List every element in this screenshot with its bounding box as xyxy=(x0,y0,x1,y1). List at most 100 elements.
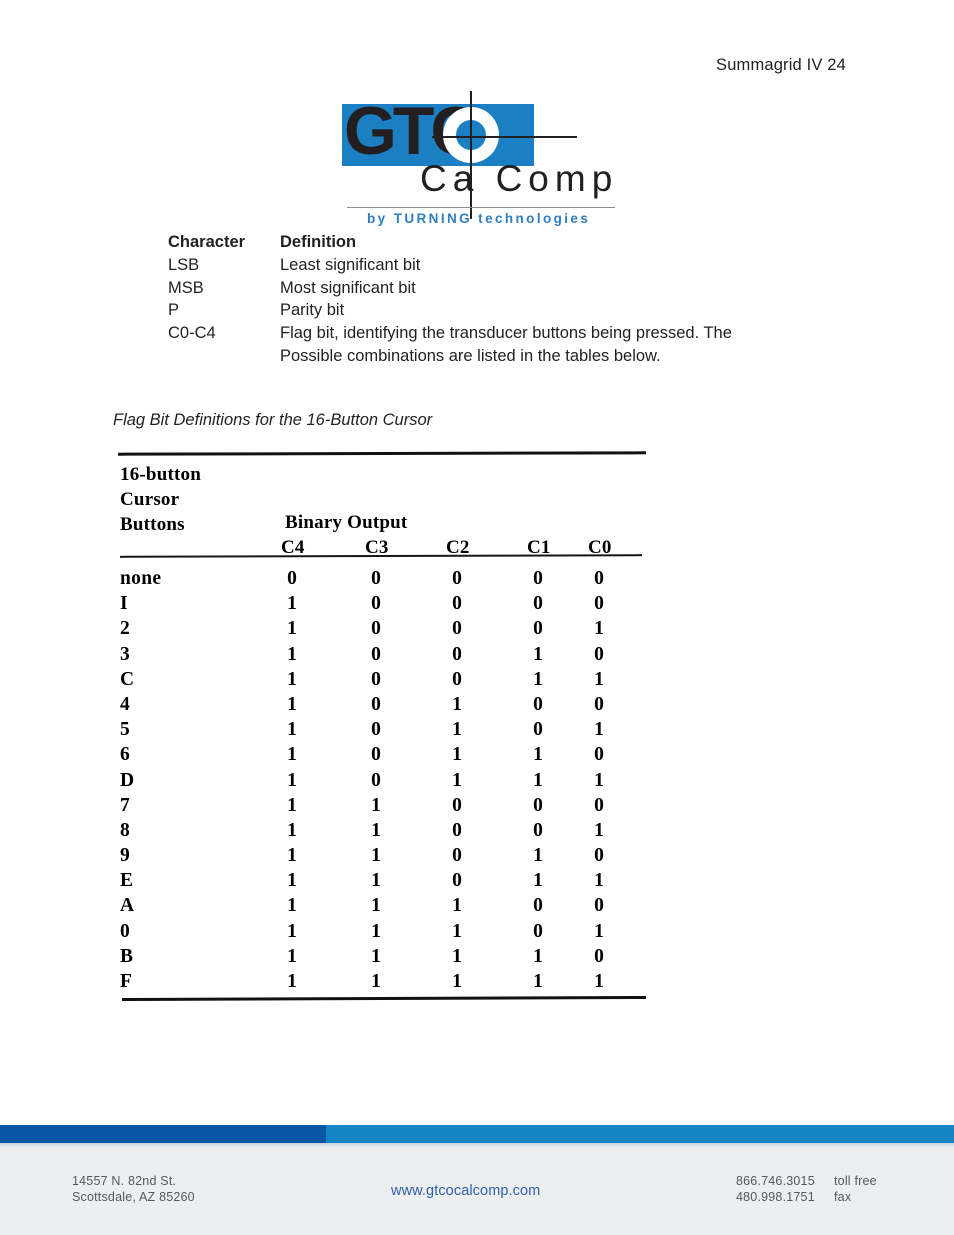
logo-brand-calcomp: Ca Comp xyxy=(420,158,619,199)
table-cell-bit-c1: 0 xyxy=(533,819,543,841)
table-cell-bit-c0: 0 xyxy=(594,845,604,867)
table-cell-bit-c3: 1 xyxy=(371,845,381,867)
table-row: none 0 0 0 0 0 xyxy=(120,566,650,591)
table-cell-bit-c3: 1 xyxy=(371,971,381,992)
character-definition-list: Character Definition LSB Least significa… xyxy=(168,231,868,368)
table-cell-bit-c1: 0 xyxy=(533,794,543,816)
definition-row: LSB Least significant bit xyxy=(168,254,868,277)
definition-row: MSB Most significant bit xyxy=(168,277,868,300)
table-row-button-label: 8 xyxy=(120,819,131,841)
table-header-binary-output: Binary Output xyxy=(285,512,408,533)
logo-tagline-rest: technologies xyxy=(478,211,591,226)
table-cell-bit-c3: 1 xyxy=(371,819,381,841)
table-row-button-label: D xyxy=(120,769,135,791)
table-cell-bit-c2: 0 xyxy=(452,618,462,640)
table-cell-bit-c4: 1 xyxy=(287,693,297,715)
table-cell-bit-c1: 1 xyxy=(533,744,543,766)
definition-header-definition: Definition xyxy=(280,233,357,251)
footer-bar-shadow xyxy=(0,1143,954,1148)
running-header-title: Summagrid IV 24 xyxy=(716,56,846,74)
table-column-header-c0: C0 xyxy=(588,537,612,558)
table-cell-bit-c0: 0 xyxy=(594,895,604,917)
table-row-button-label: I xyxy=(120,593,128,615)
definition-term: LSB xyxy=(168,255,200,274)
footer-fax-label: fax xyxy=(834,1190,852,1204)
table-row: 6 1 0 1 1 0 xyxy=(120,742,650,767)
definition-row: P Parity bit xyxy=(168,299,868,322)
table-cell-bit-c4: 1 xyxy=(287,819,297,841)
definition-header-row: Character Definition xyxy=(168,231,868,254)
footer-contacts: 866.746.3015 toll free 480.998.1751 fax xyxy=(736,1173,896,1205)
table-row: 0 1 1 1 0 1 xyxy=(120,919,650,944)
table-cell-bit-c2: 0 xyxy=(452,568,462,589)
table-cell-bit-c4: 1 xyxy=(287,769,297,791)
table-row-button-label: 5 xyxy=(120,719,131,741)
table-cell-bit-c2: 1 xyxy=(452,719,462,741)
document-page: Summagrid IV 24 GTC Ca Comp by TURNING t… xyxy=(0,0,954,1235)
table-row-button-label: 6 xyxy=(120,744,131,766)
definition-continuation-line: Possible combinations are listed in the … xyxy=(280,346,661,365)
table-row: 2 1 0 0 0 1 xyxy=(120,616,650,641)
table-cell-bit-c4: 1 xyxy=(287,870,297,892)
footer-website-link[interactable]: www.gtcocalcomp.com xyxy=(391,1183,540,1199)
table-cell-bit-c0: 1 xyxy=(594,870,604,892)
table-cell-bit-c2: 1 xyxy=(452,693,462,715)
definition-header-character: Character xyxy=(168,233,246,251)
table-cell-bit-c3: 0 xyxy=(371,769,381,791)
table-cell-bit-c0: 1 xyxy=(594,819,604,841)
table-cell-bit-c0: 1 xyxy=(594,618,604,640)
table-row-button-label: 0 xyxy=(120,920,131,942)
gtc-calcomp-logo: GTC Ca Comp by TURNING technologies xyxy=(342,91,627,228)
table-cell-bit-c2: 1 xyxy=(452,945,462,967)
table-cell-bit-c3: 0 xyxy=(371,568,381,589)
table-row: E 1 1 0 1 1 xyxy=(120,868,650,893)
table-row: F 1 1 1 1 1 xyxy=(120,969,650,994)
definition-term: C0-C4 xyxy=(168,324,216,343)
table-cell-bit-c2: 0 xyxy=(452,593,462,615)
table-cell-bit-c3: 1 xyxy=(371,945,381,967)
definition-description: Flag bit, identifying the transducer but… xyxy=(280,324,732,343)
table-row: B 1 1 1 1 0 xyxy=(120,944,650,969)
table-body: none 0 0 0 0 0 I 1 0 0 0 0 2 1 0 0 0 1 3 1 0 0 1 0 C 1 0 0 1 1 4 1 0 1 0 0 5… xyxy=(120,566,650,994)
table-cell-bit-c0: 0 xyxy=(594,744,604,766)
definition-description: Parity bit xyxy=(280,301,345,320)
footer-contact-tollfree: 866.746.3015 toll free xyxy=(736,1173,896,1189)
table-header-stub: 16-button Cursor Buttons xyxy=(120,462,201,537)
table-cell-bit-c3: 0 xyxy=(371,693,381,715)
table-cell-bit-c3: 0 xyxy=(371,593,381,615)
table-cell-bit-c3: 0 xyxy=(371,668,381,690)
table-row: 9 1 1 0 1 0 xyxy=(120,843,650,868)
table-cell-bit-c2: 0 xyxy=(452,845,462,867)
table-cell-bit-c4: 1 xyxy=(287,618,297,640)
table-cell-bit-c1: 1 xyxy=(533,945,543,967)
table-row: 3 1 0 0 1 0 xyxy=(120,642,650,667)
table-row-button-label: 3 xyxy=(120,643,131,665)
table-cell-bit-c1: 0 xyxy=(533,895,543,917)
table-row: I 1 0 0 0 0 xyxy=(120,591,650,616)
table-cell-bit-c4: 1 xyxy=(287,643,297,665)
table-row: A 1 1 1 0 0 xyxy=(120,893,650,918)
definition-description: Most significant bit xyxy=(280,278,416,297)
table-row-button-label: E xyxy=(120,870,134,892)
table-cell-bit-c4: 1 xyxy=(287,920,297,942)
table-rule-top xyxy=(117,451,647,456)
table-cell-bit-c0: 0 xyxy=(594,568,604,589)
table-row-button-label: 9 xyxy=(120,845,131,867)
table-rule-bottom xyxy=(121,995,647,1002)
table-cell-bit-c0: 1 xyxy=(594,719,604,741)
table-cell-bit-c4: 1 xyxy=(287,719,297,741)
table-cell-bit-c1: 1 xyxy=(533,870,543,892)
table-row-button-label: F xyxy=(120,971,133,992)
table-cell-bit-c1: 1 xyxy=(533,971,543,992)
table-column-header-c1: C1 xyxy=(527,537,551,558)
table-cell-bit-c2: 1 xyxy=(452,895,462,917)
table-cell-bit-c4: 1 xyxy=(287,945,297,967)
footer-fax-number: 480.998.1751 xyxy=(736,1190,815,1204)
table-cell-bit-c0: 0 xyxy=(594,945,604,967)
table-cell-bit-c1: 0 xyxy=(533,568,543,589)
crosshair-horizontal-icon xyxy=(432,136,577,138)
table-row-button-label: 2 xyxy=(120,618,131,640)
definition-row: C0-C4 Flag bit, identifying the transduc… xyxy=(168,322,868,345)
table-row: C 1 0 0 1 1 xyxy=(120,667,650,692)
table-row-button-label: none xyxy=(120,568,162,589)
